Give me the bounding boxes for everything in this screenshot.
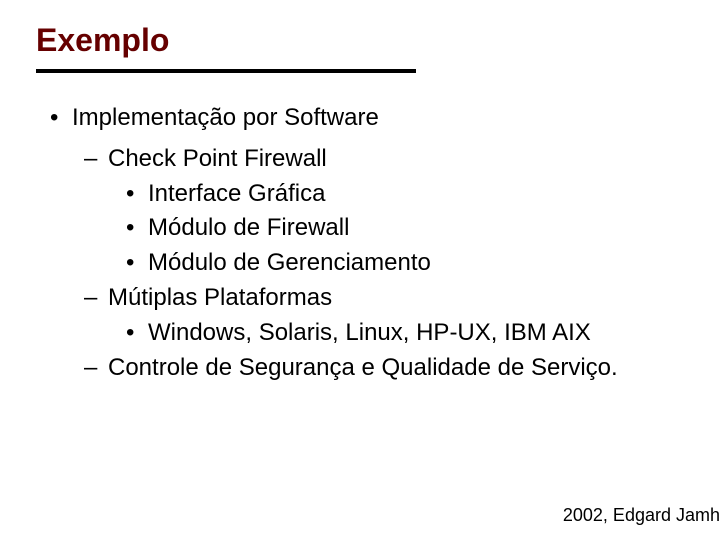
bullet-dot-icon: • [126, 316, 148, 351]
slide-title: Exemplo [36, 22, 684, 59]
bullet-level2: –Mútiplas Plataformas [36, 281, 684, 316]
level3-text: Módulo de Firewall [148, 214, 349, 241]
bullet-level3: •Interface Gráfica [36, 177, 684, 212]
bullet-dot-icon: • [126, 246, 148, 281]
dash-icon: – [84, 351, 108, 386]
bullet-level1: •Implementação por Software [36, 101, 684, 136]
dash-icon: – [84, 281, 108, 316]
bullet-level2: –Check Point Firewall [36, 142, 684, 177]
bullet-dot-icon: • [126, 211, 148, 246]
footer-text: 2002, Edgard Jamh [563, 505, 720, 526]
title-underline [36, 69, 416, 73]
slide: Exemplo •Implementação por Software –Che… [0, 0, 720, 540]
bullet-level3: •Windows, Solaris, Linux, HP-UX, IBM AIX [36, 316, 684, 351]
bullet-level2: –Controle de Segurança e Qualidade de Se… [36, 351, 684, 386]
bullet-dot-icon: • [126, 177, 148, 212]
level3-text: Módulo de Gerenciamento [148, 249, 431, 276]
dash-icon: – [84, 142, 108, 177]
level2-text: Mútiplas Plataformas [108, 284, 332, 311]
bullet-level3: •Módulo de Gerenciamento [36, 246, 684, 281]
level2-text: Check Point Firewall [108, 145, 327, 172]
level2-text: Controle de Segurança e Qualidade de Ser… [108, 354, 618, 381]
bullet-level3: •Módulo de Firewall [36, 211, 684, 246]
bullet-dot-icon: • [50, 101, 72, 136]
level1-text: Implementação por Software [72, 104, 379, 131]
content-area: •Implementação por Software –Check Point… [36, 101, 684, 385]
level3-text: Windows, Solaris, Linux, HP-UX, IBM AIX [148, 319, 591, 346]
level3-text: Interface Gráfica [148, 180, 325, 207]
